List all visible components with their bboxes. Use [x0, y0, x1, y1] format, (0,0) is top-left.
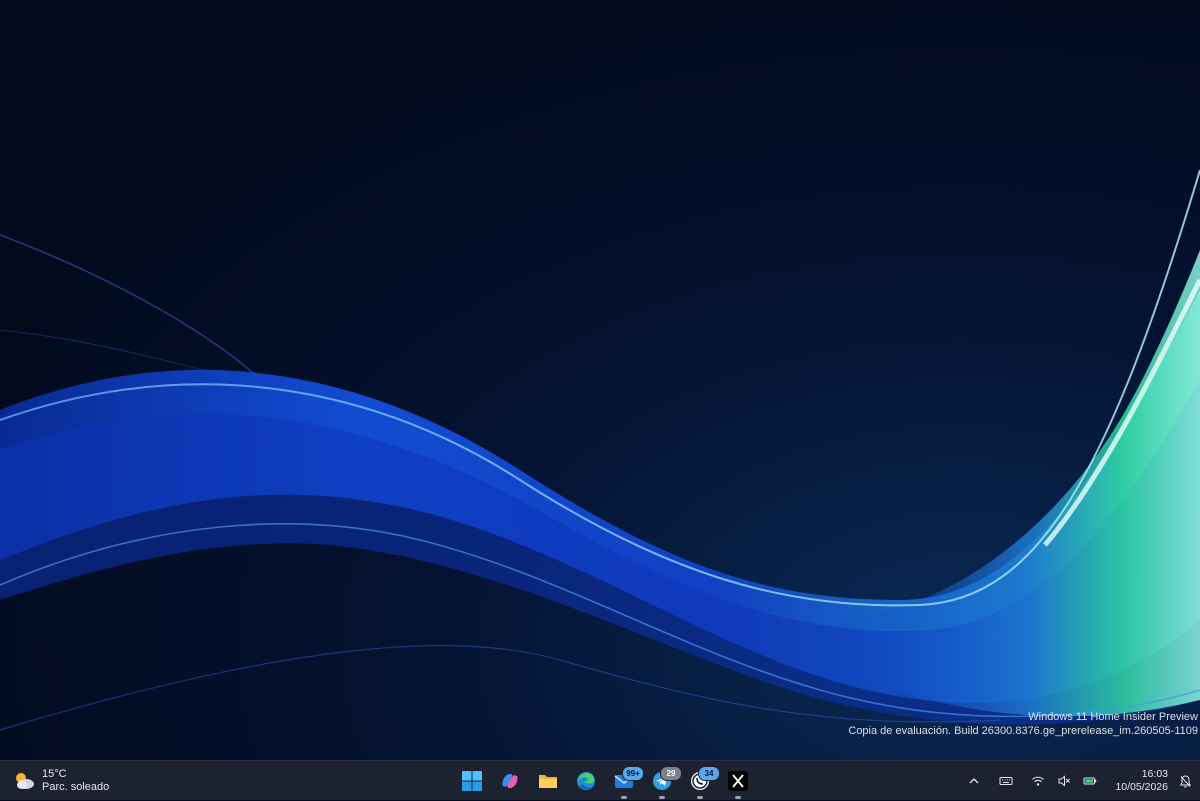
clock[interactable]: 16:03 10/05/2026 — [1115, 768, 1168, 794]
watermark-build: Copia de evaluación. Build 26300.8376.ge… — [848, 725, 1198, 737]
system-tray: 16:03 10/05/2026 — [961, 761, 1200, 801]
wallpaper — [0, 0, 1200, 760]
edge-button[interactable] — [570, 765, 602, 797]
taskbar: 15°C Parc. soleado 99+ 29 34 16:03 10/05… — [0, 760, 1200, 800]
telegram-unread-badge: 29 — [660, 766, 682, 781]
desktop[interactable]: Windows 11 Home Insider Preview Copia de… — [0, 0, 1200, 760]
x-icon — [728, 771, 748, 791]
keyboard-icon — [999, 777, 1013, 785]
weather-temperature: 15°C — [42, 768, 67, 780]
mail-button[interactable]: 99+ — [608, 765, 644, 799]
insider-watermark: Windows 11 Home Insider Preview Copia de… — [848, 710, 1198, 738]
start-button[interactable] — [456, 765, 488, 797]
weather-widget[interactable]: 15°C Parc. soleado — [12, 767, 109, 795]
quick-settings-button[interactable] — [1027, 770, 1049, 792]
chevron-up-icon — [969, 778, 979, 784]
battery-icon — [1083, 777, 1097, 785]
copilot-icon — [502, 773, 518, 789]
wifi-icon — [1032, 776, 1045, 786]
input-indicator-button[interactable] — [995, 770, 1017, 792]
whatsapp-unread-badge: 34 — [698, 766, 720, 781]
taskbar-apps: 99+ 29 34 — [456, 761, 754, 801]
partly-sunny-icon — [16, 773, 34, 789]
mail-unread-badge: 99+ — [622, 766, 644, 781]
watermark-edition: Windows 11 Home Insider Preview — [1028, 711, 1198, 723]
notification-center-button[interactable] — [1174, 770, 1196, 792]
telegram-running-indicator — [659, 796, 665, 799]
battery-button[interactable] — [1079, 770, 1101, 792]
x-running-indicator — [735, 796, 741, 799]
edge-icon — [577, 772, 595, 790]
show-hidden-icons-button[interactable] — [963, 770, 985, 792]
mail-running-indicator — [621, 796, 627, 799]
whatsapp-running-indicator — [697, 796, 703, 799]
clock-time: 16:03 — [1141, 768, 1168, 780]
whatsapp-button[interactable]: 34 — [684, 765, 720, 799]
notification-bell-icon — [1179, 774, 1191, 788]
copilot-button[interactable] — [494, 765, 526, 797]
x-button[interactable] — [722, 765, 754, 799]
volume-button[interactable] — [1053, 770, 1075, 792]
windows-logo-icon — [462, 771, 482, 791]
folder-icon — [539, 775, 557, 788]
file-explorer-button[interactable] — [532, 765, 564, 797]
weather-condition: Parc. soleado — [42, 781, 110, 793]
volume-muted-icon — [1058, 775, 1071, 787]
clock-date: 10/05/2026 — [1115, 781, 1168, 793]
telegram-button[interactable]: 29 — [646, 765, 682, 799]
